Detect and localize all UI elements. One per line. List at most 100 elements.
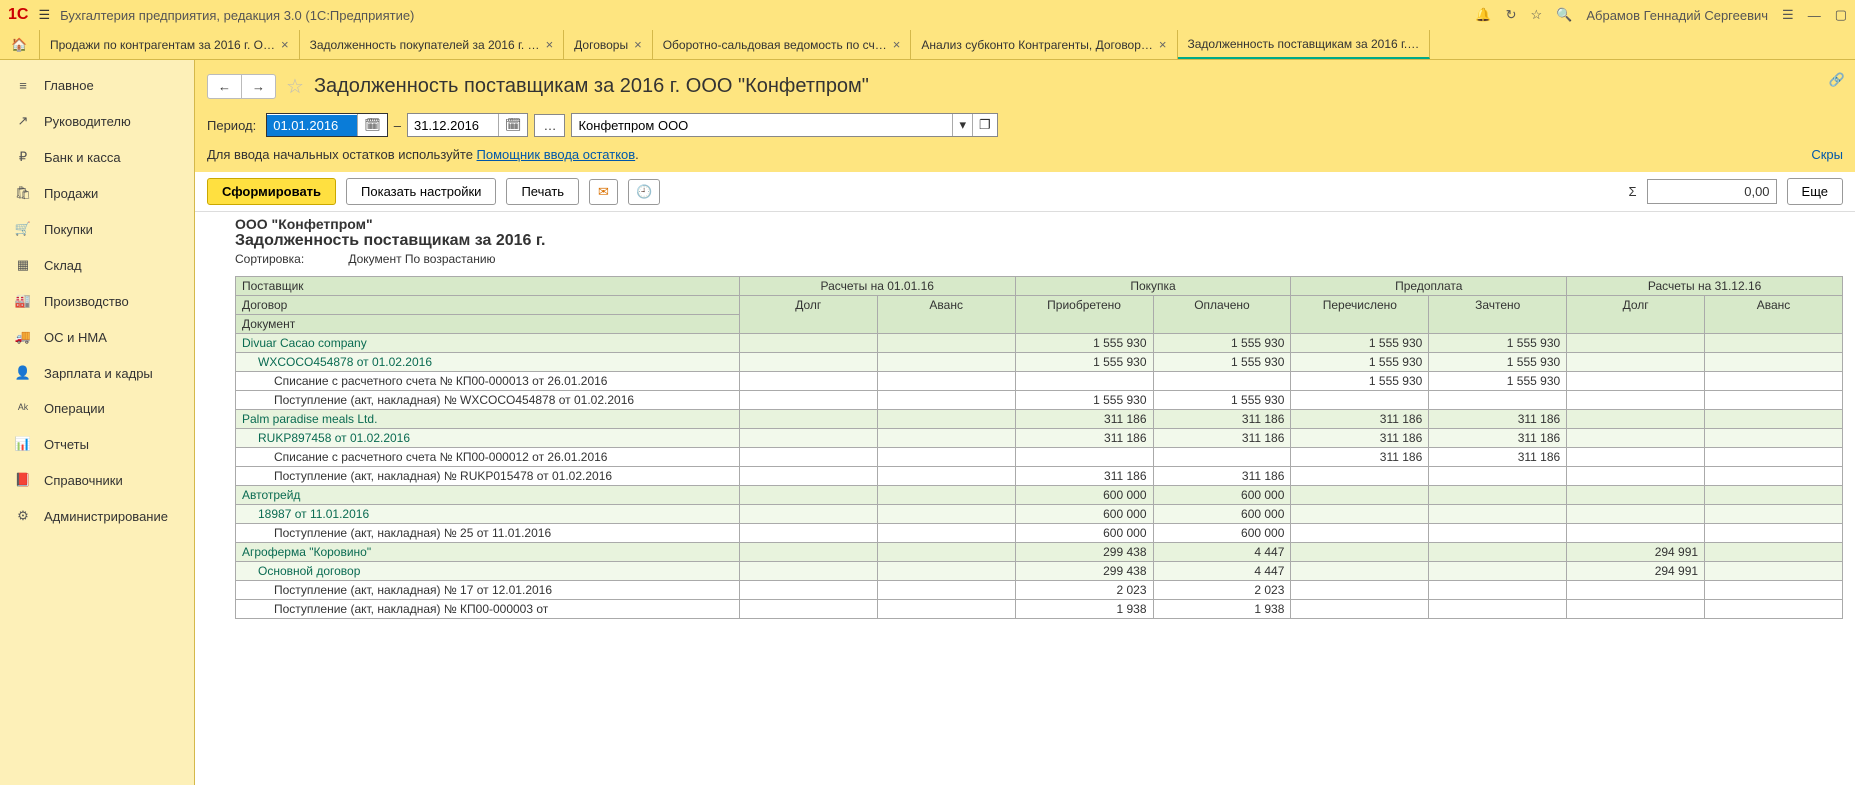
tab-label: Договоры [574,38,628,52]
tab-label: Задолженность покупателей за 2016 г. … [310,38,540,52]
table-row[interactable]: Palm paradise meals Ltd.311 186311 18631… [236,410,1843,429]
tab-label: Анализ субконто Контрагенты, Договор… [921,38,1153,52]
frame-icon[interactable]: ▢ [1835,7,1847,23]
sidebar-icon: ᴬᵏ [14,401,32,416]
calendar-to-icon[interactable]: 🗓 [498,114,528,136]
sidebar-item-11[interactable]: 📕 Справочники [0,462,194,498]
table-row[interactable]: WXCOCO454878 от 01.02.20161 555 9301 555… [236,353,1843,372]
favorite-page-icon[interactable]: ☆ [286,74,304,99]
table-row[interactable]: Поступление (акт, накладная) № КП00-0000… [236,600,1843,619]
sidebar-label: Покупки [44,222,93,237]
tab-3[interactable]: Оборотно-сальдовая ведомость по сч… × [653,30,912,59]
sidebar-item-9[interactable]: ᴬᵏОперации [0,391,194,426]
table-row[interactable]: Списание с расчетного счета № КП00-00001… [236,372,1843,391]
sidebar-item-7[interactable]: 🚚ОС и НМА [0,319,194,355]
tab-5[interactable]: Задолженность поставщикам за 2016 г.… [1178,30,1431,59]
close-icon[interactable]: × [546,37,554,52]
table-row[interactable]: Автотрейд600 000600 000 [236,486,1843,505]
org-open-icon[interactable]: ❐ [972,114,997,136]
minimize-icon[interactable]: — [1808,8,1821,23]
sidebar-label: Продажи [44,186,98,201]
date-to-box[interactable]: 🗓 [407,113,529,137]
table-row[interactable]: Списание с расчетного счета № КП00-00001… [236,448,1843,467]
tab-0[interactable]: Продажи по контрагентам за 2016 г. О…× [40,30,300,59]
app-title: Бухгалтерия предприятия, редакция 3.0 (1… [60,8,1465,23]
close-icon[interactable]: × [281,37,289,52]
sidebar-icon: ⚙ [14,508,32,524]
print-button[interactable]: Печать [506,178,579,205]
nav-arrows: ← → [207,74,276,99]
sidebar-item-6[interactable]: 🏭Производство [0,283,194,319]
hint-link[interactable]: Помощник ввода остатков [477,147,636,162]
table-row[interactable]: 18987 от 11.01.2016600 000600 000 [236,505,1843,524]
envelope-icon[interactable]: ✉ [589,179,618,205]
tab-2[interactable]: Договоры × [564,30,653,59]
back-arrow-icon[interactable]: ← [208,75,242,98]
clock-icon[interactable]: 🕘 [628,179,660,205]
close-icon[interactable]: × [1159,37,1167,52]
sidebar-item-1[interactable]: ↗Руководителю [0,103,194,139]
sidebar-item-5[interactable]: ▦ Склад [0,247,194,283]
date-from-box[interactable]: 🗓 [266,113,388,137]
sidebar-item-12[interactable]: ⚙Администрирование [0,498,194,534]
sidebar-item-2[interactable]: ₽ Банк и касса [0,139,194,175]
sidebar-label: Отчеты [44,437,89,452]
sidebar-icon: 📕 [14,472,32,488]
show-settings-button[interactable]: Показать настройки [346,178,496,205]
sidebar-item-10[interactable]: 📊 Отчеты [0,426,194,462]
favorite-star-icon[interactable]: ☆ [1531,7,1543,23]
sidebar-item-3[interactable]: 🛍 Продажи [0,175,194,211]
main-menu-icon[interactable]: ☰ [38,7,50,23]
sidebar-label: Руководителю [44,114,131,129]
org-input[interactable] [572,115,952,136]
tab-label: Задолженность поставщикам за 2016 г.… [1188,37,1420,51]
sidebar-item-0[interactable]: ≡Главное [0,68,194,103]
table-row[interactable]: Поступление (акт, накладная) № 17 от 12.… [236,581,1843,600]
period-choose-button[interactable]: … [534,114,565,137]
sidebar-icon: 📊 [14,436,32,452]
sidebar-icon: ₽ [14,149,32,165]
sidebar-item-8[interactable]: 👤Зарплата и кадры [0,355,194,391]
table-row[interactable]: Поступление (акт, накладная) № 25 от 11.… [236,524,1843,543]
org-select[interactable]: ▾ ❐ [571,113,997,137]
report-sort: Сортировка: Документ По возрастанию [235,250,1843,272]
sidebar-label: Справочники [44,473,123,488]
user-menu-icon[interactable]: ☰ [1782,7,1794,23]
sidebar-icon: 🛍 [14,185,32,201]
title-bar: 1С ☰ Бухгалтерия предприятия, редакция 3… [0,0,1855,30]
tab-4[interactable]: Анализ субконто Контрагенты, Договор… × [911,30,1177,59]
sigma-icon: Σ [1629,184,1637,199]
date-to-input[interactable] [408,115,498,136]
sidebar-label: ОС и НМА [44,330,107,345]
sidebar-label: Зарплата и кадры [44,366,153,381]
hide-link[interactable]: Скры [1811,147,1843,162]
table-row[interactable]: Поступление (акт, накладная) № WXCOCO454… [236,391,1843,410]
tab-label: Оборотно-сальдовая ведомость по сч… [663,38,887,52]
sidebar-icon: 🏭 [14,293,32,309]
user-name[interactable]: Абрамов Геннадий Сергеевич [1586,8,1768,23]
sidebar-item-4[interactable]: 🛒Покупки [0,211,194,247]
home-tab[interactable]: 🏠 [0,30,40,59]
table-row[interactable]: Divuar Cacao company1 555 9301 555 9301 … [236,334,1843,353]
more-button[interactable]: Еще [1787,178,1843,205]
link-icon[interactable]: 🔗 [1829,72,1845,88]
table-row[interactable]: RUKP897458 от 01.02.2016311 186311 18631… [236,429,1843,448]
close-icon[interactable]: × [634,37,642,52]
table-row[interactable]: Основной договор299 4384 447294 991 [236,562,1843,581]
history-icon[interactable]: ↻ [1506,7,1517,23]
close-icon[interactable]: × [893,37,901,52]
date-from-input[interactable] [267,115,357,136]
forward-arrow-icon[interactable]: → [242,75,275,98]
sidebar-icon: ▦ [14,257,32,273]
sidebar-label: Банк и касса [44,150,121,165]
period-label: Период: [207,118,256,133]
bell-icon[interactable]: 🔔 [1475,7,1491,23]
org-dropdown-icon[interactable]: ▾ [952,114,972,136]
tab-1[interactable]: Задолженность покупателей за 2016 г. … × [300,30,565,59]
sidebar-label: Склад [44,258,82,273]
calendar-from-icon[interactable]: 🗓 [357,114,387,136]
search-icon[interactable]: 🔍 [1556,7,1572,23]
table-row[interactable]: Агроферма "Коровино"299 4384 447294 991 [236,543,1843,562]
table-row[interactable]: Поступление (акт, накладная) № RUKP01547… [236,467,1843,486]
form-button[interactable]: Сформировать [207,178,336,205]
